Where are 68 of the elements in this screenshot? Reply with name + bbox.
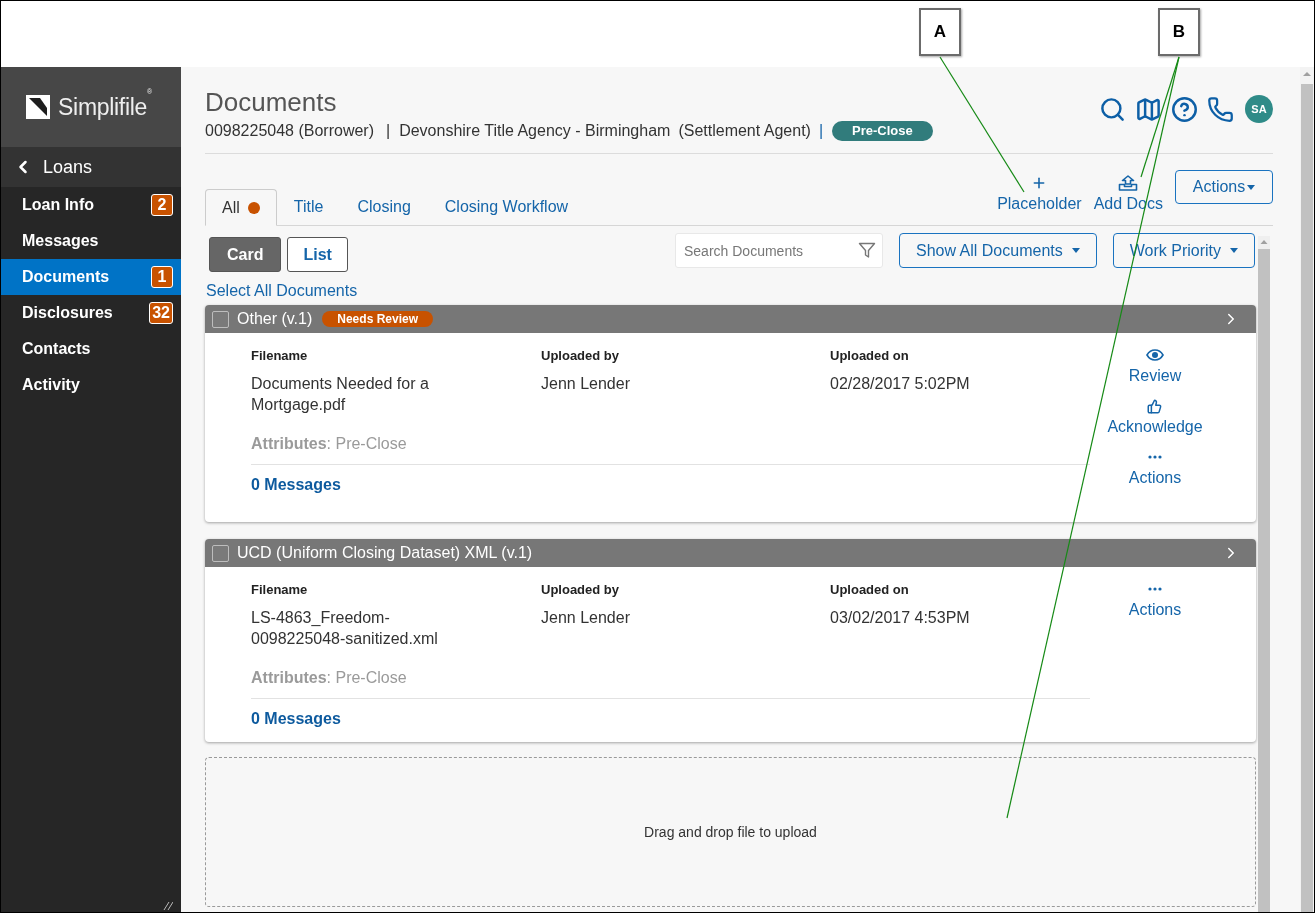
tab[interactable]: Closing Workflow (427, 188, 586, 225)
view-toggle-button[interactable]: Card (209, 237, 282, 272)
ellipsis-icon (1148, 587, 1162, 591)
checkbox[interactable] (212, 310, 229, 328)
callout-label: B (1158, 8, 1200, 56)
view-toggle-button[interactable]: List (287, 237, 348, 272)
field-value: 03/02/2017 4:53PM (830, 608, 970, 628)
separator-text: | (386, 121, 391, 141)
select-all-link[interactable]: Select All Documents (206, 283, 358, 299)
field-label: Uploaded by (541, 582, 619, 597)
field-label: Uploaded on (830, 348, 909, 363)
field-value: Jenn Lender (541, 608, 630, 628)
map-icon[interactable] (1135, 95, 1162, 123)
caret-icon (1247, 184, 1256, 190)
field-value: Documents Needed for a Mortgage.pdf (251, 374, 430, 415)
field-value: Jenn Lender (541, 374, 630, 394)
agency-text: Devonshire Title Agency - Birmingham (399, 121, 671, 141)
attributes-text: Attributes: Pre-Close (251, 668, 407, 688)
upload-tray-icon (1118, 175, 1139, 191)
search-icon[interactable] (1099, 95, 1126, 123)
page-title: Documents (205, 87, 337, 118)
count-badge: 32 (149, 302, 173, 324)
field-value: 02/28/2017 5:02PM (830, 374, 970, 394)
tab[interactable]: Title (276, 188, 341, 225)
review-button[interactable]: Review (1128, 348, 1182, 385)
dropdown-button[interactable]: Show All Documents (899, 233, 1097, 268)
status-badge: Needs Review (322, 311, 433, 327)
help-icon[interactable] (1171, 95, 1198, 123)
phone-icon[interactable] (1207, 95, 1234, 123)
acknowledge-button[interactable]: Acknowledge (1107, 399, 1203, 436)
drop-zone[interactable]: Drag and drop file to upload (205, 757, 1256, 907)
caret-icon (1230, 248, 1238, 253)
callout-label: A (919, 8, 961, 56)
user-avatar[interactable]: SA (1245, 95, 1273, 123)
document-title: Other (v.1) (237, 309, 313, 329)
actions-button[interactable]: Actions (1128, 582, 1182, 619)
agency-role-text: (Settlement Agent) (678, 121, 811, 141)
checkbox[interactable] (212, 544, 229, 562)
eye-icon (1146, 348, 1164, 362)
caret-icon (1071, 248, 1080, 253)
back-link[interactable]: Loans (1, 147, 181, 187)
thumbs-up-icon (1147, 398, 1163, 414)
attributes-text: Attributes: Pre-Close (251, 434, 407, 454)
count-badge: 2 (151, 194, 173, 216)
filter-icon[interactable] (858, 241, 876, 259)
borrower-text: 0098225048 (Borrower) (205, 121, 374, 141)
field-label: Uploaded on (830, 582, 909, 597)
logo-icon (26, 95, 51, 119)
nav-item[interactable]: Documents 1 (1, 259, 181, 295)
search-field[interactable]: Search Documents (675, 233, 883, 268)
scrollbar-thumb[interactable] (1301, 84, 1313, 912)
field-label: Uploaded by (541, 348, 619, 363)
ellipsis-icon (1148, 455, 1162, 459)
actions-menu-button[interactable]: Actions (1175, 170, 1273, 204)
placeholder-button[interactable]: Placeholder (997, 170, 1082, 214)
resize-grip-icon[interactable] (163, 901, 173, 910)
actions-button[interactable]: Actions (1128, 450, 1182, 487)
document-title: UCD (Uniform Closing Dataset) XML (v.1) (237, 543, 533, 563)
field-label: Filename (251, 348, 308, 363)
field-value: LS-4863_Freedom-0098225048-sanitized.xml (251, 608, 439, 649)
count-badge: 1 (151, 266, 173, 288)
messages-link[interactable]: 0 Messages (251, 475, 341, 495)
messages-link[interactable]: 0 Messages (251, 709, 341, 729)
tab[interactable]: All (205, 189, 277, 226)
status-pill: Pre-Close (832, 121, 933, 141)
separator-text: | (818, 121, 824, 141)
field-label: Filename (251, 582, 308, 597)
tab[interactable]: Closing (340, 188, 428, 225)
